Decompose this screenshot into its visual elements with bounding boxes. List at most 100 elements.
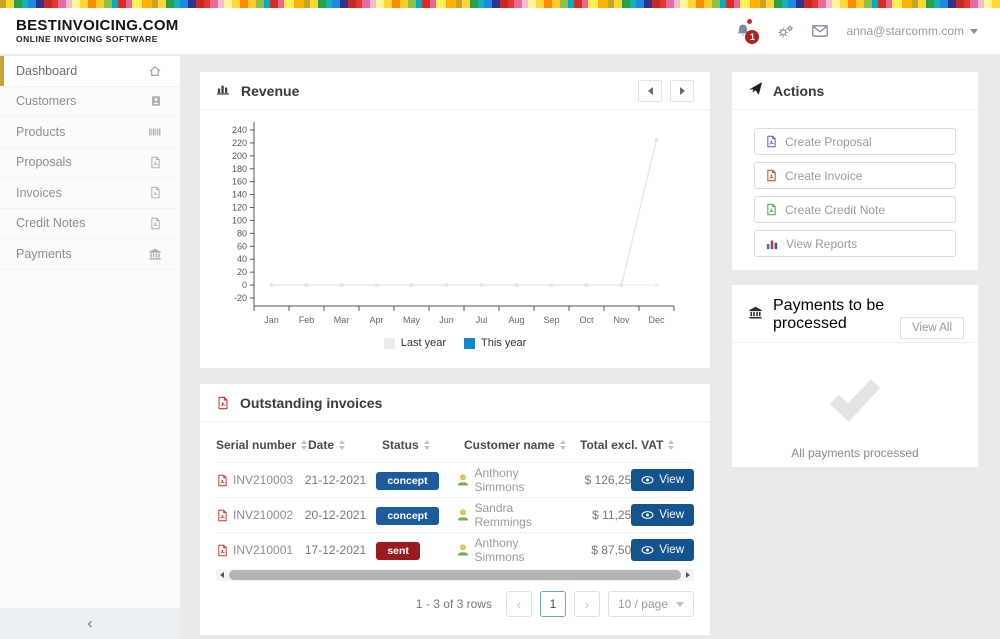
payments-empty-message: All payments processed [732, 446, 978, 460]
column-label: Status [382, 438, 419, 452]
svg-text:140: 140 [232, 190, 247, 200]
column-header-total-excl-vat[interactable]: Total excl. VAT [580, 438, 678, 452]
svg-text:Apr: Apr [369, 315, 383, 325]
column-label: Customer name [464, 438, 555, 452]
eye-icon [641, 476, 654, 484]
view-label: View [659, 474, 684, 486]
table-row: INV21000321-12-2021conceptAnthony Simmon… [216, 462, 694, 497]
arrow-right-icon [686, 572, 690, 578]
sidebar-item-credit-notes[interactable]: Credit Notes [0, 209, 180, 240]
sort-icon [424, 440, 430, 450]
sort-icon [668, 440, 674, 450]
invoices-title: Outstanding invoices [240, 395, 382, 411]
settings-gears-icon[interactable] [777, 25, 794, 38]
sidebar-item-customers[interactable]: Customers [0, 87, 180, 118]
view-all-button[interactable]: View All [900, 317, 964, 339]
pdf-icon [149, 217, 162, 230]
pagination-current-page[interactable]: 1 [540, 591, 566, 617]
bank-icon [148, 247, 162, 261]
column-header-status[interactable]: Status [382, 438, 464, 452]
legend-item-this-year[interactable]: This year [464, 337, 526, 349]
svg-text:Feb: Feb [299, 315, 315, 325]
svg-text:May: May [403, 315, 421, 325]
sidebar-item-dashboard[interactable]: Dashboard [0, 56, 180, 87]
svg-text:Jul: Jul [476, 315, 488, 325]
check-icon [830, 370, 880, 421]
sidebar-item-label: Customers [16, 94, 76, 108]
sidebar-item-payments[interactable]: Payments [0, 239, 180, 270]
svg-text:Sep: Sep [543, 315, 559, 325]
legend-label: This year [481, 337, 526, 349]
logo-title: BESTINVOICING.COM [16, 17, 179, 34]
create-proposal-button[interactable]: Create Proposal [754, 128, 956, 155]
notification-dot [747, 19, 752, 24]
page-size-select[interactable]: 10 / page [608, 591, 694, 617]
svg-text:Jan: Jan [264, 315, 279, 325]
legend-item-last-year[interactable]: Last year [384, 337, 446, 349]
revenue-title: Revenue [241, 83, 299, 99]
sidebar-item-products[interactable]: Products [0, 117, 180, 148]
arrow-right-icon [680, 87, 685, 95]
view-invoice-button[interactable]: View [631, 539, 694, 561]
svg-text:220: 220 [232, 138, 247, 148]
logo[interactable]: BESTINVOICING.COM ONLINE INVOICING SOFTW… [0, 17, 179, 44]
chart-prev-button[interactable] [638, 80, 662, 102]
legend-swatch [384, 338, 395, 349]
column-header-serial-number[interactable]: Serial number [216, 438, 308, 452]
sidebar-item-label: Invoices [16, 186, 62, 200]
create-credit-note-button[interactable]: Create Credit Note [754, 196, 956, 223]
chevron-left-icon: ‹ [88, 615, 93, 632]
avatar-icon [456, 473, 470, 487]
sidebar-item-label: Dashboard [16, 64, 77, 78]
svg-text:Dec: Dec [648, 315, 665, 325]
sidebar-item-proposals[interactable]: Proposals [0, 148, 180, 179]
pagination-prev-button[interactable]: ‹ [506, 591, 532, 617]
sidebar-item-invoices[interactable]: Invoices [0, 178, 180, 209]
svg-text:0: 0 [242, 280, 247, 290]
column-label: Serial number [216, 438, 296, 452]
legend-swatch [464, 338, 475, 349]
user-email: anna@starcomm.com [846, 24, 964, 38]
pagination-next-button[interactable]: › [574, 591, 600, 617]
scroll-right-button[interactable] [682, 569, 694, 581]
chart-next-button[interactable] [670, 80, 694, 102]
chevron-down-icon [676, 602, 684, 607]
chevron-down-icon [970, 29, 978, 34]
svg-text:20: 20 [237, 267, 247, 277]
svg-text:-20: -20 [234, 293, 247, 303]
user-account-menu[interactable]: anna@starcomm.com [846, 24, 978, 38]
pdf-icon[interactable] [216, 509, 229, 522]
invoice-date: 21-12-2021 [305, 473, 376, 487]
view-invoice-button[interactable]: View [631, 469, 694, 491]
main-content: Revenue 24022020018016014012010080604020… [180, 56, 1000, 639]
actions-title: Actions [773, 83, 824, 99]
svg-text:40: 40 [237, 254, 247, 264]
column-header-date[interactable]: Date [308, 438, 382, 452]
column-label: Total excl. VAT [580, 438, 663, 452]
payments-panel: Payments to be processed View All All pa… [732, 285, 978, 467]
page-size-value: 10 / page [618, 597, 668, 611]
view-invoice-button[interactable]: View [631, 504, 694, 526]
status-badge: sent [376, 542, 420, 560]
notifications-bell-icon[interactable]: 1 [735, 23, 751, 39]
pdf-icon [765, 203, 778, 216]
invoice-date: 20-12-2021 [305, 508, 376, 522]
sidebar-nav: Dashboard Customers ProductsProposals Invoi… [0, 56, 180, 639]
messages-envelope-icon[interactable] [812, 25, 828, 37]
bar-chart-icon [216, 82, 231, 100]
invoice-serial: INV210001 [233, 543, 293, 557]
sidebar-collapse-button[interactable]: ‹ [0, 608, 180, 639]
create-invoice-button[interactable]: Create Invoice [754, 162, 956, 189]
notification-count-badge: 1 [745, 30, 759, 44]
sort-icon [560, 440, 566, 450]
pdf-icon[interactable] [216, 544, 229, 557]
send-plane-icon [748, 81, 763, 101]
table-row: INV21000117-12-2021sentAnthony Simmons$ … [216, 532, 694, 567]
pdf-icon[interactable] [216, 474, 229, 487]
view-reports-button[interactable]: View Reports [754, 230, 956, 257]
scroll-left-button[interactable] [216, 569, 228, 581]
column-header-customer-name[interactable]: Customer name [464, 438, 580, 452]
app-header: BESTINVOICING.COM ONLINE INVOICING SOFTW… [0, 8, 1000, 55]
scrollbar-thumb[interactable] [229, 570, 681, 580]
sort-icon [339, 440, 345, 450]
